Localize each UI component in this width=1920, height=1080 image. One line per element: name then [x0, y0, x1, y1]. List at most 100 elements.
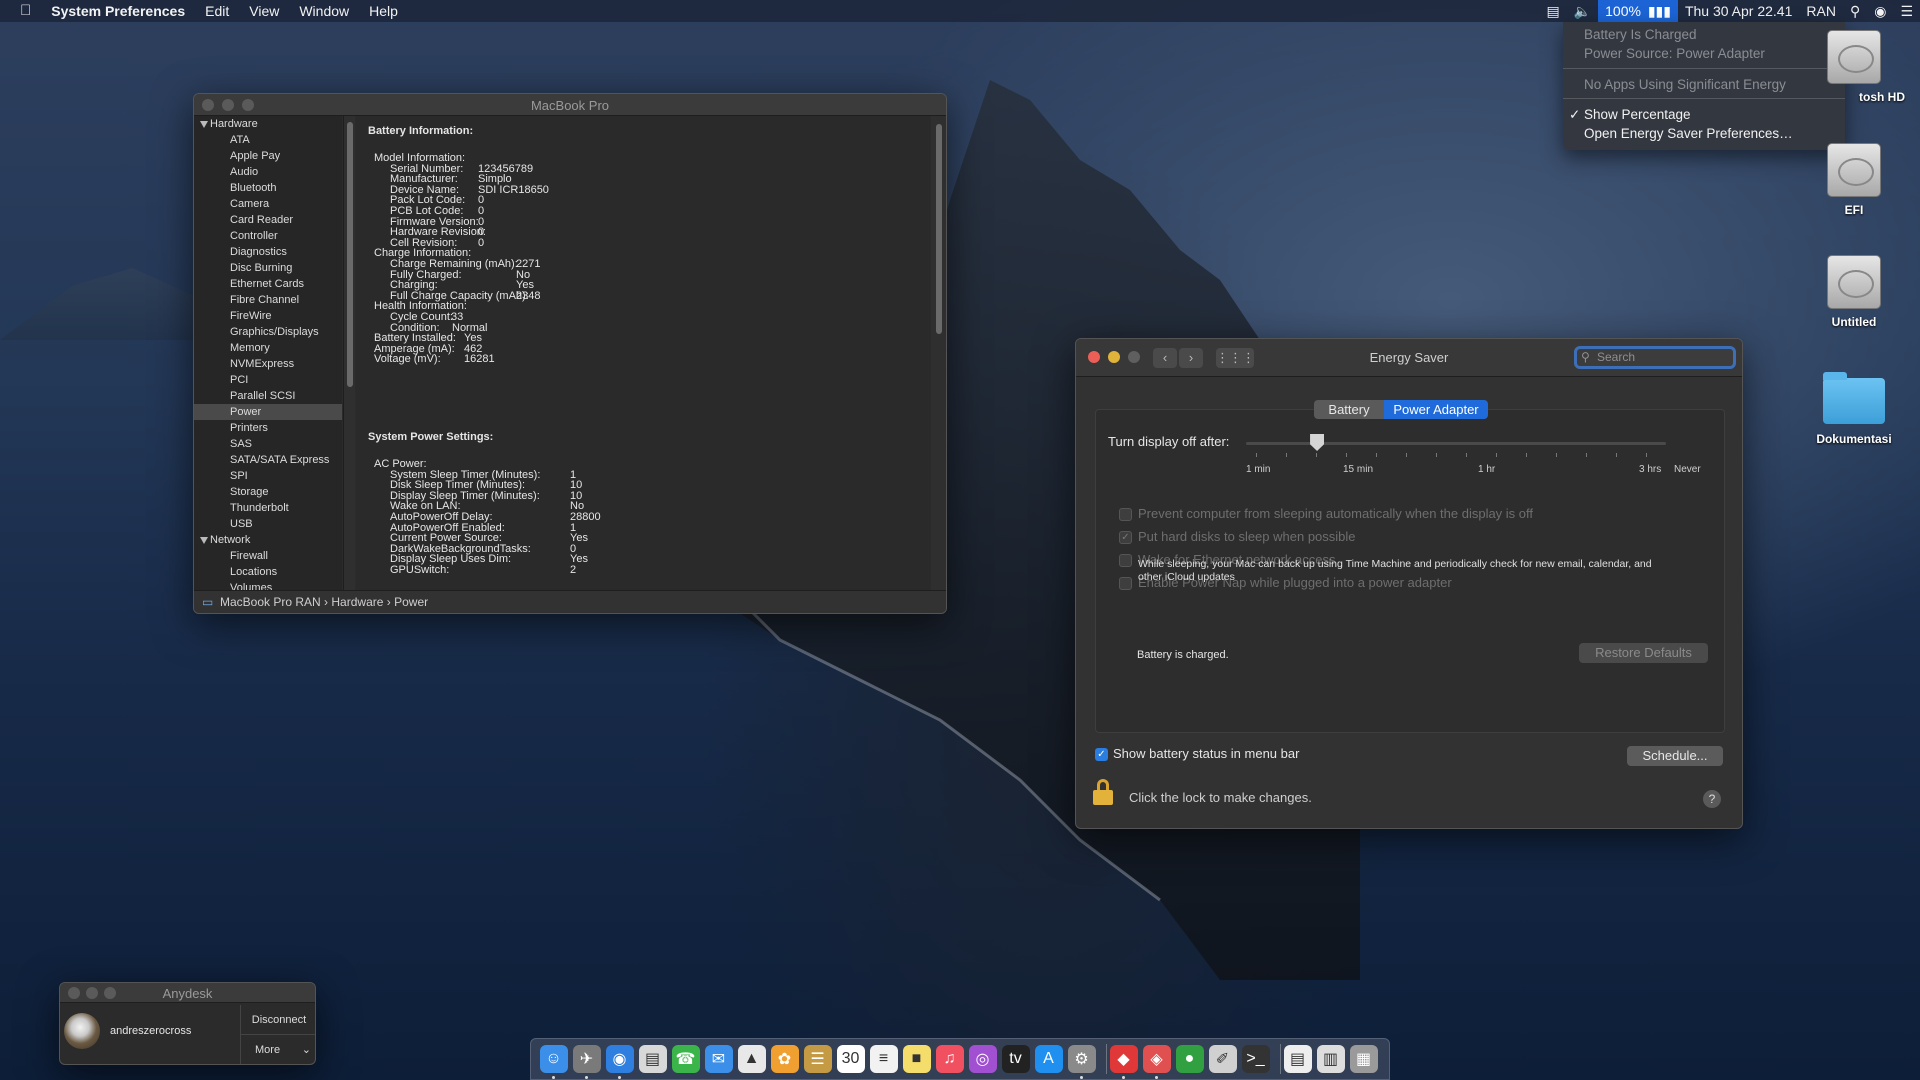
sidebar-item[interactable]: Audio — [194, 164, 342, 180]
scrollbar-thumb[interactable] — [347, 122, 353, 387]
display-sleep-slider[interactable] — [1246, 442, 1666, 445]
title-bar[interactable]: MacBook Pro — [194, 94, 946, 116]
sidebar-item[interactable]: Disc Burning — [194, 260, 342, 276]
menu-app-name[interactable]: System Preferences — [41, 0, 195, 22]
sidebar-item[interactable]: Controller — [194, 228, 342, 244]
dock-item-remote[interactable]: ◈ — [1140, 1043, 1173, 1079]
sidebar-item[interactable]: Graphics/Displays — [194, 324, 342, 340]
show-battery-checkbox[interactable]: ✓ — [1095, 748, 1108, 761]
option-checkbox[interactable]: ✓ — [1119, 531, 1132, 544]
sidebar-item[interactable]: SAS — [194, 436, 342, 452]
sidebar-item[interactable]: Printers — [194, 420, 342, 436]
dock-item-safari[interactable]: ◉ — [603, 1043, 636, 1079]
siri-icon[interactable]: ◉ — [1867, 0, 1893, 22]
volume-icon[interactable]: 🔈 — [1567, 0, 1598, 22]
dock-item-notes[interactable]: ☰ — [801, 1043, 834, 1076]
option-checkbox[interactable] — [1119, 554, 1132, 567]
dock-item-music[interactable]: ♫ — [933, 1043, 966, 1076]
dock-item-preview-file[interactable]: ▥ — [1314, 1043, 1347, 1076]
sidebar-item[interactable]: FireWire — [194, 308, 342, 324]
dock-item-tv[interactable]: tv — [999, 1043, 1032, 1076]
sidebar-item[interactable]: NVMExpress — [194, 356, 342, 372]
desktop-icon-macintosh-hd[interactable]: tosh HD — [1804, 30, 1905, 104]
more-button[interactable]: More ⌄ — [240, 1035, 315, 1064]
path-item[interactable]: Hardware — [331, 595, 383, 609]
menu-window[interactable]: Window — [289, 0, 359, 22]
dock-item-anydesk[interactable]: ◆ — [1107, 1043, 1140, 1079]
dock-item-system-preferences[interactable]: ⚙ — [1065, 1043, 1098, 1079]
path-item[interactable]: Power — [394, 595, 428, 609]
menu-view[interactable]: View — [239, 0, 289, 22]
dock-item-activity[interactable]: ● — [1173, 1043, 1206, 1076]
sidebar-scrollbar[interactable] — [343, 116, 355, 590]
option-checkbox[interactable] — [1119, 508, 1132, 521]
desktop-icon-efi[interactable]: EFI — [1804, 143, 1904, 217]
sidebar-item[interactable]: Fibre Channel — [194, 292, 342, 308]
dock-item-podcasts[interactable]: ◎ — [966, 1043, 999, 1076]
dock-item-maps[interactable]: ▲ — [735, 1043, 768, 1076]
lock-icon[interactable] — [1093, 779, 1113, 805]
sidebar-item[interactable]: PCI — [194, 372, 342, 388]
sidebar-item[interactable]: ATA — [194, 132, 342, 148]
sidebar-item[interactable]: Apple Pay — [194, 148, 342, 164]
title-bar[interactable]: ‹ › ⋮⋮⋮ Energy Saver ⚲ Search — [1076, 339, 1742, 377]
sidebar-item[interactable]: Volumes — [194, 580, 342, 590]
menu-edit[interactable]: Edit — [195, 0, 239, 22]
sidebar-item[interactable]: Locations — [194, 564, 342, 580]
sidebar-item[interactable]: USB — [194, 516, 342, 532]
schedule-button[interactable]: Schedule... — [1627, 746, 1723, 766]
search-field[interactable]: ⚲ Search — [1574, 346, 1736, 369]
menu-user[interactable]: RAN — [1799, 0, 1843, 22]
dock-item-app-store[interactable]: A — [1032, 1043, 1065, 1076]
sidebar-item[interactable]: Bluetooth — [194, 180, 342, 196]
dock-item-preview[interactable]: ▤ — [636, 1043, 669, 1076]
dock-item-textedit[interactable]: ▤ — [1281, 1043, 1314, 1076]
sidebar-item[interactable]: SATA/SATA Express — [194, 452, 342, 468]
show-percentage-item[interactable]: Show Percentage — [1584, 107, 1691, 122]
open-energy-prefs-item[interactable]: Open Energy Saver Preferences… — [1584, 126, 1793, 141]
desktop-icon-untitled[interactable]: Untitled — [1804, 255, 1904, 329]
dock-item-messages[interactable]: ✉ — [702, 1043, 735, 1076]
battery-status-item[interactable]: 100% ▮▮▮ — [1598, 0, 1678, 22]
dock-item-facetime[interactable]: ☎ — [669, 1043, 702, 1076]
title-bar[interactable]: Anydesk — [60, 983, 315, 1003]
option-checkbox[interactable] — [1119, 577, 1132, 590]
path-item[interactable]: MacBook Pro RAN — [220, 595, 321, 609]
sidebar-item[interactable]: Memory — [194, 340, 342, 356]
sidebar-section[interactable]: Network — [194, 532, 342, 548]
slider-knob[interactable] — [1310, 434, 1325, 451]
dock-item-finder[interactable]: ☺ — [537, 1043, 570, 1079]
spotlight-icon[interactable]: ⚲ — [1843, 0, 1867, 22]
sidebar-item[interactable]: SPI — [194, 468, 342, 484]
menu-datetime[interactable]: Thu 30 Apr 22.41 — [1678, 0, 1799, 22]
sidebar-item[interactable]: Diagnostics — [194, 244, 342, 260]
sidebar-item[interactable]: Ethernet Cards — [194, 276, 342, 292]
notification-center-icon[interactable]: ☰ — [1893, 0, 1920, 22]
sidebar-item[interactable]: Card Reader — [194, 212, 342, 228]
sidebar-item[interactable]: Parallel SCSI — [194, 388, 342, 404]
tab-battery[interactable]: Battery — [1314, 400, 1384, 419]
sidebar-section[interactable]: Hardware — [194, 116, 342, 132]
dock-item-launchpad[interactable]: ✈ — [570, 1043, 603, 1079]
sidebar-item[interactable]: Storage — [194, 484, 342, 500]
restore-defaults-button[interactable]: Restore Defaults — [1579, 643, 1708, 663]
desktop-icon-dokumentasi[interactable]: Dokumentasi — [1804, 372, 1904, 446]
sidebar-item[interactable]: Firewall — [194, 548, 342, 564]
scrollbar-thumb[interactable] — [936, 124, 942, 334]
detail-scrollbar[interactable] — [931, 116, 946, 590]
sidebar-item[interactable]: Power — [194, 404, 342, 420]
dock-item-trash[interactable]: ▦ — [1347, 1043, 1380, 1076]
menu-help[interactable]: Help — [359, 0, 408, 22]
help-button[interactable]: ? — [1703, 790, 1721, 808]
dock-item-reminders[interactable]: ≡ — [867, 1043, 900, 1076]
dock-item-photos[interactable]: ✿ — [768, 1043, 801, 1076]
dock-item-calendar[interactable]: 30 — [834, 1043, 867, 1076]
activity-icon[interactable]: ▤ — [1539, 0, 1566, 22]
tab-power-adapter[interactable]: Power Adapter — [1384, 400, 1488, 419]
sidebar-item[interactable]: Camera — [194, 196, 342, 212]
apple-icon[interactable]:  — [0, 0, 41, 22]
dock-item-script-editor[interactable]: ✐ — [1206, 1043, 1239, 1076]
sidebar-item[interactable]: Thunderbolt — [194, 500, 342, 516]
dock-item-terminal[interactable]: >_ — [1239, 1043, 1272, 1076]
disconnect-button[interactable]: Disconnect — [240, 1005, 315, 1035]
